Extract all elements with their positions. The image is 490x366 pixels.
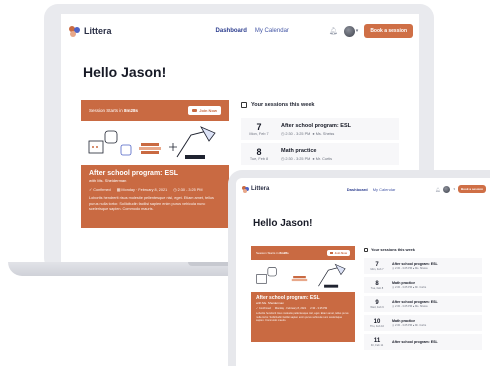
session-meta: ◷ 2:30 - 3:25 PM ● Ms. Sheiss (392, 267, 428, 270)
session-meta: ◷ 2:30 - 3:25 PM ● Mr. Curtis (281, 156, 332, 161)
session-time: 2:30 - 3:25 PM (310, 307, 328, 310)
session-info: Math practice ◷ 2:30 - 3:25 PM ● Mr. Cur… (392, 319, 427, 327)
card-teacher: with Ms. Sheiderman (256, 301, 285, 305)
join-now-button[interactable]: Join Now (326, 250, 350, 256)
brand-name: Littera (84, 26, 112, 36)
session-date: 10 Thu, Feb 10 (370, 318, 384, 328)
next-session-card: Session Starts in 8m28s Join Now After s… (251, 246, 355, 342)
status-badge: ✓ Confirmed (256, 307, 271, 310)
chevron-down-icon[interactable]: ▾ (453, 187, 455, 191)
card-meta: ✓ Confirmed Monday · February 8, 2021 2:… (256, 307, 350, 310)
illustration-art (88, 126, 216, 159)
bell-icon[interactable]: 🔔︎ (329, 27, 338, 35)
next-session-card: Session Starts in 8m28s Join Now After s… (81, 100, 229, 228)
session-meta: ◷ 2:30 - 3:25 PM ● Ms. Sheiss (392, 305, 428, 308)
check-icon: ✓ (89, 188, 93, 192)
session-row[interactable]: 10 Thu, Feb 10 Math practice ◷ 2:30 - 3:… (364, 315, 482, 331)
session-date: ▦ Monday · February 8, 2021 (116, 188, 168, 192)
video-icon (329, 252, 333, 254)
nav-right: 🔔︎ ▾ Book a session (329, 24, 413, 38)
session-date: 9 Wed, Feb 9 (370, 299, 384, 309)
nav-dashboard[interactable]: Dashboard (347, 187, 368, 192)
sessions-list: 7 Mon, Feb 7 After school program: ESL ◷… (364, 258, 482, 350)
card-description: Lobortis hendrerit risus molestie pellen… (89, 196, 214, 211)
card-top: Session Starts in 8m28s Join Now (256, 250, 350, 256)
join-now-button[interactable]: Join Now (188, 106, 221, 115)
session-info: After school program: ESL (392, 340, 438, 344)
session-row[interactable]: 7 Mon, Feb 7 After school program: ESL ◷… (241, 118, 399, 140)
top-nav: Littera Dashboard My Calendar 🔔︎ ▾ Book … (61, 14, 419, 48)
session-row[interactable]: 8 Tue, Feb 8 Math practice ◷ 2:30 - 3:25… (241, 143, 399, 165)
starts-in: Session Starts in 8m28s (89, 108, 139, 113)
session-info: Math practice ◷ 2:30 - 3:25 PM ● Mr. Cur… (392, 281, 427, 289)
avatar[interactable] (443, 185, 451, 193)
avatar (343, 25, 355, 37)
status-badge: ✓ Confirmed (89, 188, 111, 192)
top-nav: Littera Dashboard My Calendar 🔔︎ ▾ Book … (236, 178, 490, 200)
session-meta: ◷ 2:30 - 3:25 PM ● Ms. Sheiss (281, 131, 335, 136)
sessions-heading: Your sessions this week (241, 102, 314, 108)
mockup-stage: Littera Dashboard My Calendar 🔔︎ ▾ Book … (0, 0, 490, 366)
clock-icon: ◷ (173, 188, 177, 192)
brand-name: Littera (251, 186, 270, 192)
session-date: 11 Fri, Feb 11 (370, 337, 384, 347)
nav-calendar[interactable]: My Calendar (373, 187, 396, 192)
card-illustration (81, 121, 229, 165)
session-row[interactable]: 7 Mon, Feb 7 After school program: ESL ◷… (364, 258, 482, 274)
nav-dashboard[interactable]: Dashboard (216, 28, 247, 34)
session-row[interactable]: 8 Tue, Feb 8 Math practice ◷ 2:30 - 3:25… (364, 277, 482, 293)
nav-right: 🔔︎ ▾ Book a session (435, 185, 486, 193)
session-info: Math practice ◷ 2:30 - 3:25 PM ● Mr. Cur… (281, 147, 332, 161)
chevron-down-icon: ▾ (355, 28, 359, 34)
nav-links: Dashboard My Calendar (216, 28, 289, 34)
session-date: 8 Tue, Feb 8 (370, 280, 384, 290)
bell-icon[interactable]: 🔔︎ (435, 187, 440, 192)
session-date: 7 Mon, Feb 7 (370, 261, 384, 271)
session-meta: ◷ 2:30 - 3:25 PM ● Mr. Curtis (392, 324, 427, 327)
card-meta: ✓ Confirmed ▦ Monday · February 8, 2021 … (89, 187, 221, 192)
nav-links: Dashboard My Calendar (347, 187, 396, 192)
card-teacher: with Ms. Sheiderman (89, 178, 127, 183)
video-icon (192, 109, 198, 112)
card-description: Lobortis hendrerit risus molestie pellen… (256, 312, 349, 323)
book-session-button[interactable]: Book a session (457, 185, 486, 193)
session-time: ◷ 2:30 - 3:25 PM (173, 188, 203, 192)
page-title: Hello Jason! (253, 218, 313, 229)
laptop-notch (188, 262, 232, 266)
sessions-list: 7 Mon, Feb 7 After school program: ESL ◷… (241, 118, 399, 165)
card-top: Session Starts in 8m28s Join Now (89, 106, 221, 115)
tablet-screen: Littera Dashboard My Calendar 🔔︎ ▾ Book … (236, 178, 490, 366)
card-illustration (251, 260, 355, 292)
session-row[interactable]: 11 Fri, Feb 11 After school program: ESL (364, 334, 482, 350)
session-info: After school program: ESL ◷ 2:30 - 3:25 … (392, 262, 438, 270)
account-menu[interactable]: ▾ (343, 25, 359, 37)
calendar-icon: ▦ (116, 188, 121, 192)
session-date: Monday · February 8, 2021 (274, 307, 307, 310)
calendar-icon (241, 102, 247, 108)
card-title: After school program: ESL (89, 170, 179, 177)
session-row[interactable]: 9 Wed, Feb 9 After school program: ESL ◷… (364, 296, 482, 312)
session-meta: ◷ 2:30 - 3:25 PM ● Mr. Curtis (392, 286, 427, 289)
book-session-button[interactable]: Book a session (364, 24, 413, 38)
nav-calendar[interactable]: My Calendar (255, 28, 289, 34)
brand-logo[interactable]: Littera (242, 185, 270, 193)
session-info: After school program: ESL ◷ 2:30 - 3:25 … (392, 300, 438, 308)
page-title: Hello Jason! (83, 64, 167, 80)
logo-mark-icon (242, 185, 249, 193)
illustration-art (256, 263, 346, 288)
starts-in: Session Starts in 8m28s (256, 251, 289, 255)
brand-logo[interactable]: Littera (69, 25, 112, 37)
calendar-icon (364, 248, 368, 252)
session-info: After school program: ESL ◷ 2:30 - 3:25 … (281, 122, 351, 136)
logo-mark-icon (69, 25, 80, 37)
session-date: 7 Mon, Feb 7 (249, 122, 269, 136)
sessions-heading: Your sessions this week (364, 248, 415, 252)
session-date: 8 Tue, Feb 8 (249, 147, 269, 161)
